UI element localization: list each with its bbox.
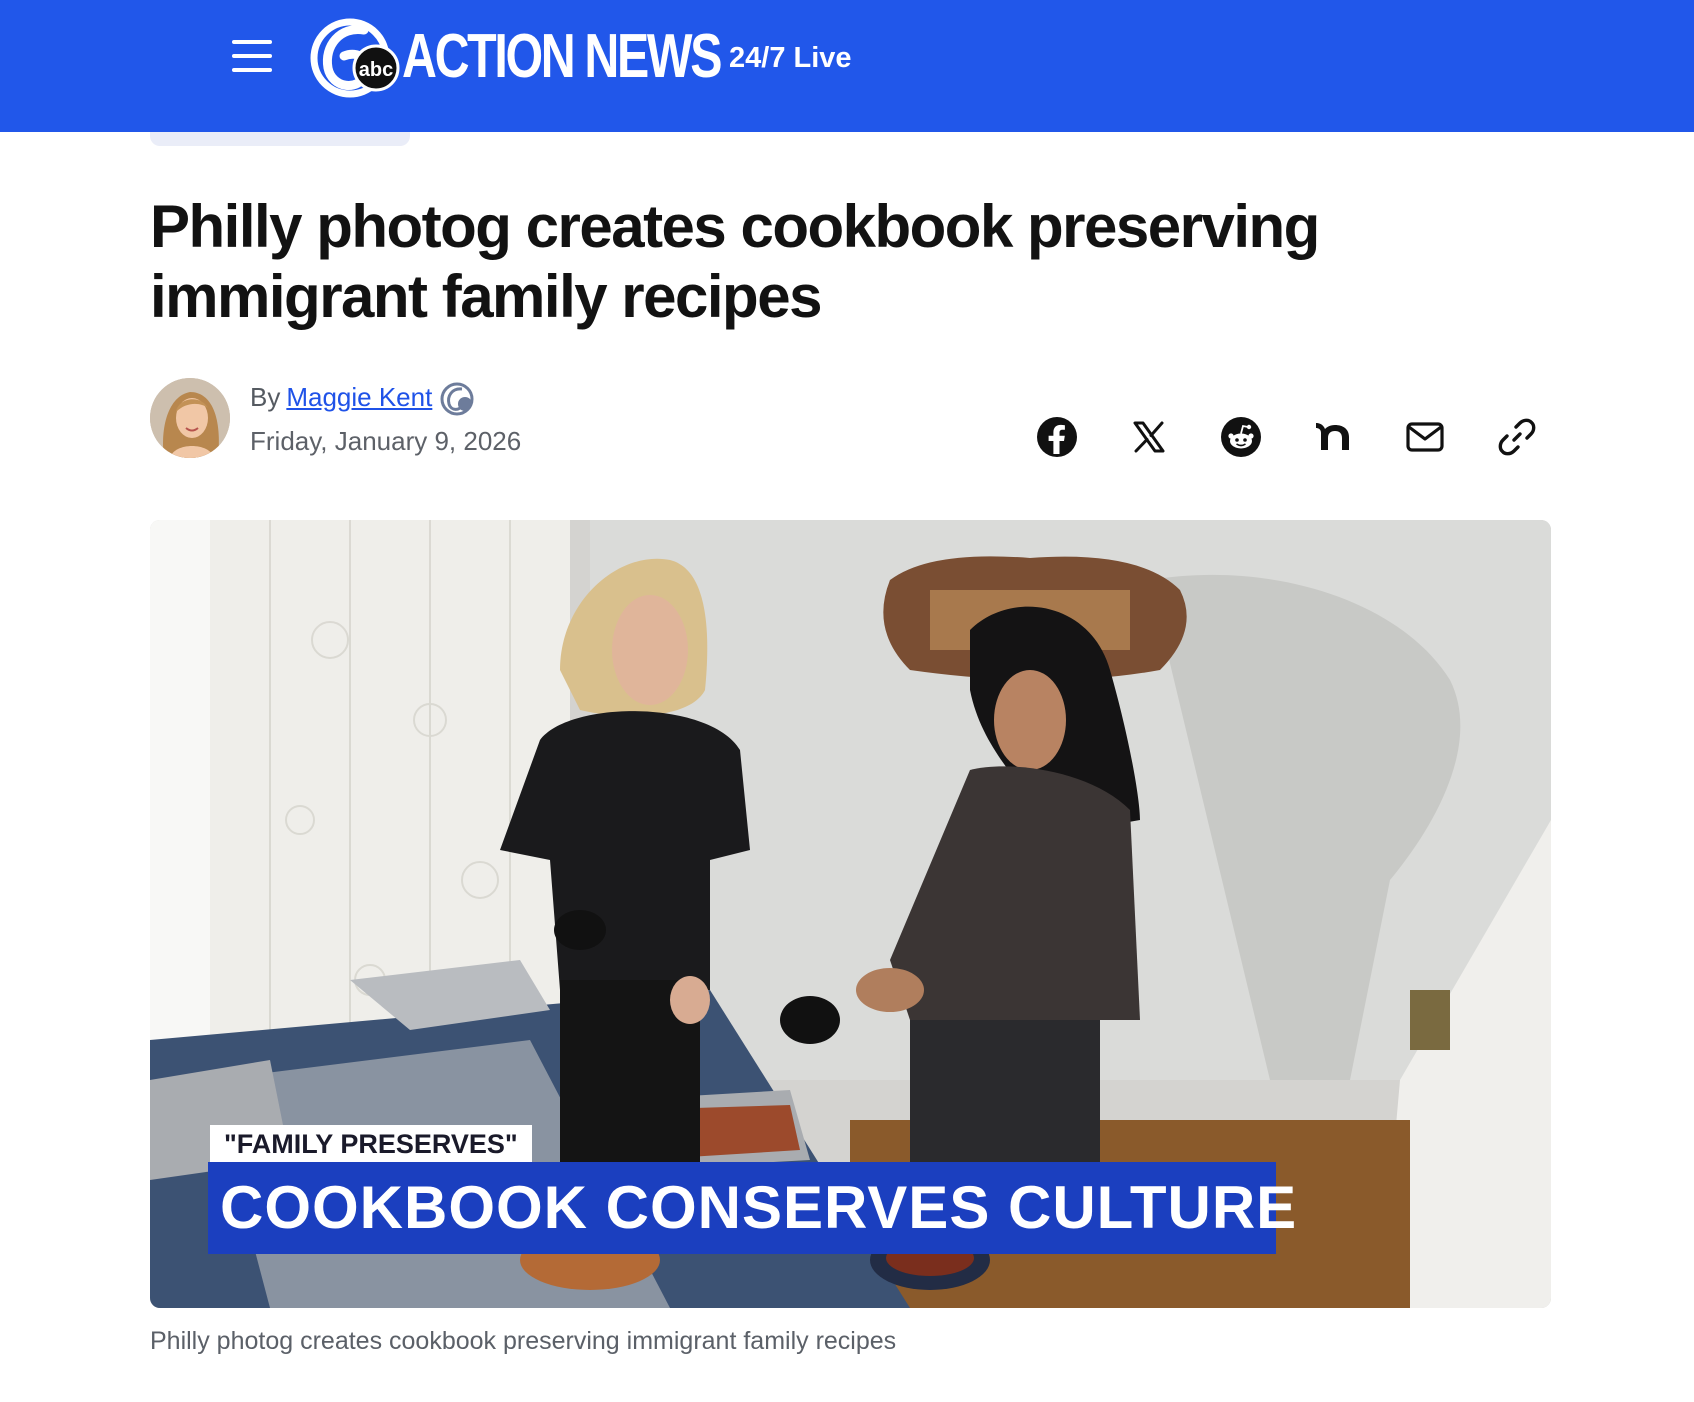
live-link[interactable]: 24/7 Live <box>729 40 852 76</box>
brand-wordmark: ACTION NEWS <box>402 22 722 91</box>
byline-prefix: By <box>250 382 281 412</box>
copy-link-button[interactable] <box>1494 414 1540 460</box>
nav-tab-remnant <box>150 132 410 146</box>
top-nav-bar: abc ACTION NEWS 24/7 Live <box>0 0 1694 132</box>
author-avatar[interactable] <box>150 378 230 458</box>
station-logo[interactable]: abc ACTION NEWS <box>310 16 722 100</box>
video-player[interactable]: "FAMILY PRESERVES" COOKBOOK CONSERVES CU… <box>150 520 1551 1308</box>
x-icon <box>1133 421 1165 453</box>
abc-badge-text: abc <box>359 59 393 81</box>
video-lower-third-tag: "FAMILY PRESERVES" <box>210 1125 532 1163</box>
x-share-button[interactable] <box>1126 414 1172 460</box>
abc6-badge-icon <box>440 382 474 416</box>
author-link[interactable]: Maggie Kent <box>286 382 432 412</box>
facebook-share-button[interactable] <box>1034 414 1080 460</box>
video-lower-third-title: COOKBOOK CONSERVES CULTURE <box>208 1162 1296 1254</box>
article-headline: Philly photog creates cookbook preservin… <box>150 193 1320 330</box>
email-share-button[interactable] <box>1402 414 1448 460</box>
nextdoor-share-button[interactable] <box>1310 414 1356 460</box>
link-icon <box>1498 418 1536 456</box>
video-caption: Philly photog creates cookbook preservin… <box>150 1327 897 1355</box>
reddit-share-button[interactable] <box>1218 414 1264 460</box>
nextdoor-icon <box>1316 423 1349 450</box>
hamburger-menu-icon[interactable] <box>232 38 272 74</box>
email-icon <box>1406 422 1444 452</box>
byline: By Maggie Kent <box>250 380 474 416</box>
facebook-icon <box>1037 417 1077 457</box>
reddit-icon <box>1221 417 1261 457</box>
publish-date: Friday, January 9, 2026 <box>250 426 522 456</box>
